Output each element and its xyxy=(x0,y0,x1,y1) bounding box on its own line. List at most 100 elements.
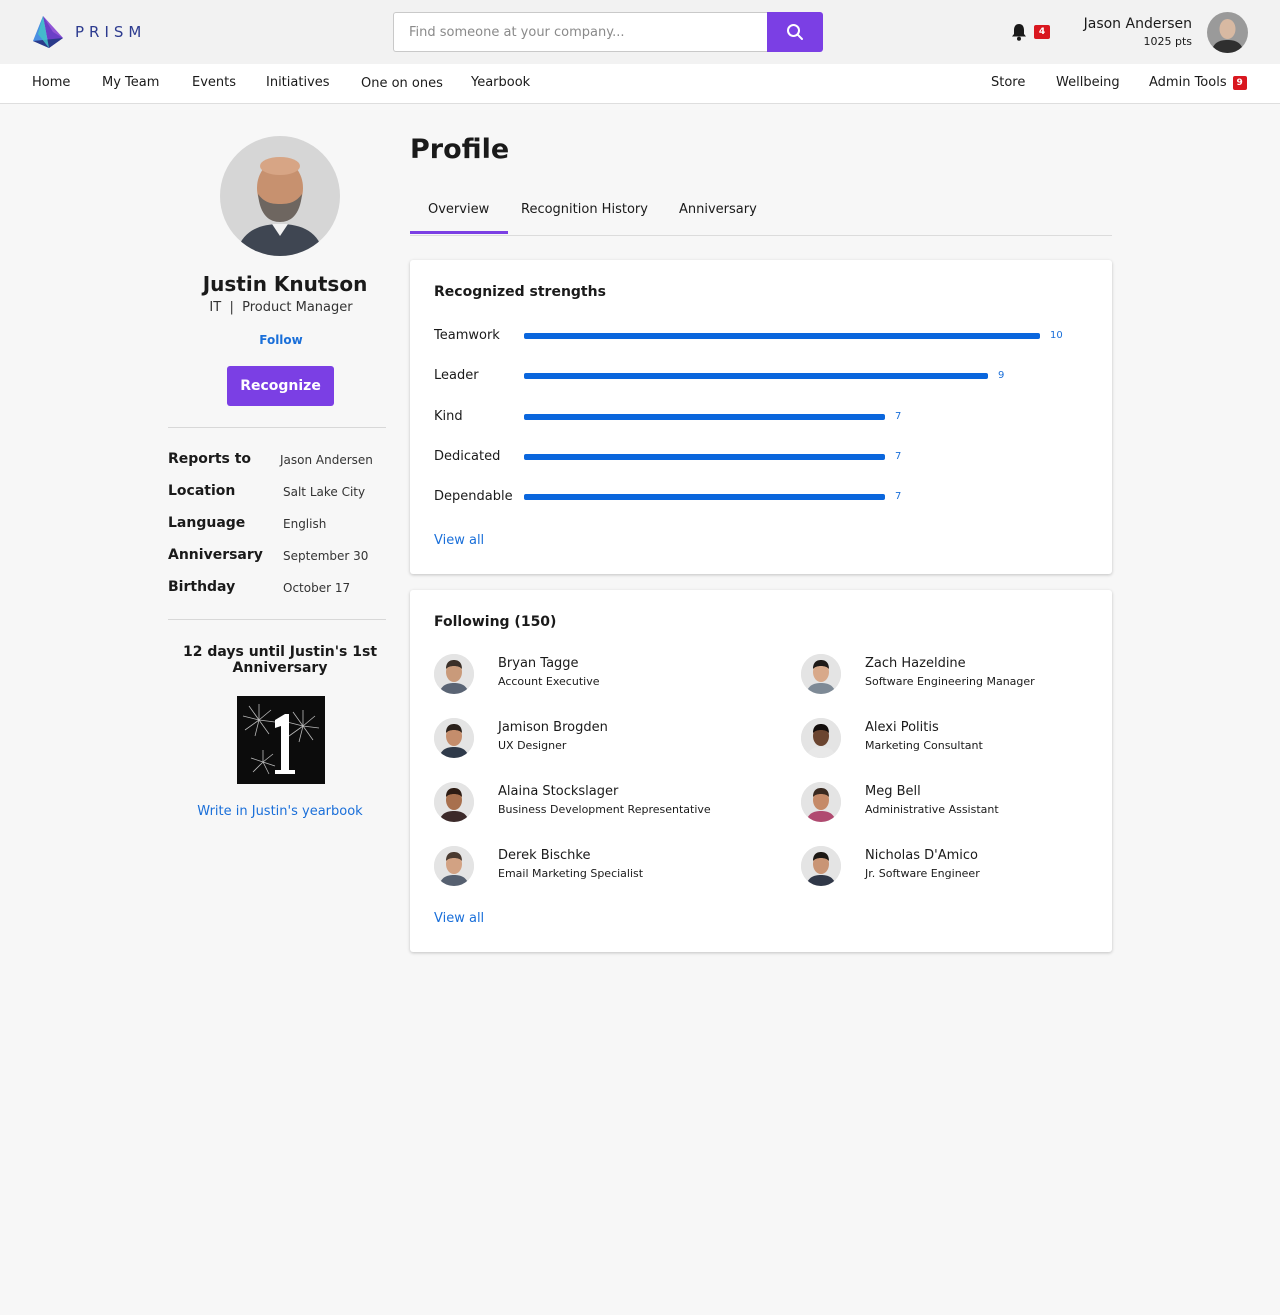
strengths-title: Recognized strengths xyxy=(434,284,606,300)
follow-link[interactable]: Follow xyxy=(168,333,394,347)
search-icon xyxy=(787,24,803,40)
strength-bar xyxy=(524,413,885,420)
nav-admin-tools-label: Admin Tools xyxy=(1149,75,1227,90)
person-avatar[interactable] xyxy=(434,846,474,886)
profile-photo xyxy=(220,136,340,256)
active-tab-indicator xyxy=(410,231,508,234)
tab-recognition-history[interactable]: Recognition History xyxy=(521,202,648,217)
person-avatar[interactable] xyxy=(434,718,474,758)
person-title: Business Development Representative xyxy=(498,803,711,816)
brand-logo[interactable]: PRISM xyxy=(31,14,146,50)
strength-label: Kind xyxy=(434,408,463,424)
person-name[interactable]: Bryan Tagge xyxy=(498,656,579,671)
role-separator: | xyxy=(229,300,234,315)
strength-label: Dedicated xyxy=(434,448,501,464)
person-avatar[interactable] xyxy=(801,718,841,758)
anniversary-countdown: 12 days until Justin's 1st Anniversary xyxy=(182,644,378,676)
person-name[interactable]: Meg Bell xyxy=(865,784,921,799)
detail-value-language: English xyxy=(283,517,327,531)
current-user-points: 1025 pts xyxy=(1143,35,1192,48)
nav-home[interactable]: Home xyxy=(32,75,70,90)
following-person[interactable]: Nicholas D'Amico Jr. Software Engineer xyxy=(801,846,1141,888)
person-avatar[interactable] xyxy=(801,782,841,822)
strength-label: Teamwork xyxy=(434,328,500,343)
person-name[interactable]: Jamison Brogden xyxy=(498,720,608,735)
bell-icon[interactable] xyxy=(1009,22,1029,42)
following-person[interactable]: Bryan Tagge Account Executive xyxy=(434,654,774,696)
strength-bar xyxy=(524,494,885,501)
recognize-button[interactable]: Recognize xyxy=(227,366,334,406)
following-title: Following (150) xyxy=(434,614,557,630)
person-title: UX Designer xyxy=(498,739,567,752)
search-button[interactable] xyxy=(767,12,823,52)
strength-label: Leader xyxy=(434,368,479,384)
strength-bar xyxy=(524,333,1040,339)
detail-value-location: Salt Lake City xyxy=(283,485,366,499)
strengths-view-all-link[interactable]: View all xyxy=(434,533,484,548)
person-title: Jr. Software Engineer xyxy=(865,867,980,880)
person-avatar[interactable] xyxy=(434,782,474,822)
strength-count: 9 xyxy=(998,370,1005,382)
following-view-all-link[interactable]: View all xyxy=(434,911,484,926)
strength-count: 7 xyxy=(895,410,902,422)
following-card: Following (150) Bryan Tagge Account Execu… xyxy=(410,590,1112,952)
nav-events[interactable]: Events xyxy=(192,75,236,90)
detail-label-birthday: Birthday xyxy=(168,579,236,595)
person-avatar[interactable] xyxy=(434,654,474,694)
strength-label: Dependable xyxy=(434,489,513,505)
details-divider xyxy=(168,619,386,620)
following-person[interactable]: Meg Bell Administrative Assistant xyxy=(801,782,1141,824)
nav-my-team[interactable]: My Team xyxy=(102,75,159,90)
strength-count: 7 xyxy=(895,450,902,462)
search-input[interactable] xyxy=(393,12,767,52)
profile-tabs: Overview Recognition History Anniversary xyxy=(410,190,1112,236)
person-avatar[interactable] xyxy=(801,654,841,694)
detail-label-language: Language xyxy=(168,515,246,531)
detail-label-reports-to: Reports to xyxy=(168,451,252,467)
person-name[interactable]: Alexi Politis xyxy=(865,720,939,735)
following-person[interactable]: Jamison Brogden UX Designer xyxy=(434,718,774,760)
profile-name: Justin Knutson xyxy=(202,272,368,296)
current-user-name[interactable]: Jason Andersen xyxy=(1084,16,1192,32)
following-person[interactable]: Zach Hazeldine Software Engineering Manag… xyxy=(801,654,1141,696)
person-avatar[interactable] xyxy=(801,846,841,886)
person-name[interactable]: Nicholas D'Amico xyxy=(865,848,978,863)
write-yearbook-link[interactable]: Write in Justin's yearbook xyxy=(168,803,392,821)
prism-logo-icon xyxy=(33,16,63,48)
following-person[interactable]: Alexi Politis Marketing Consultant xyxy=(801,718,1141,760)
nav-one-on-ones[interactable]: One on ones xyxy=(361,76,443,91)
detail-label-anniversary: Anniversary xyxy=(168,547,263,563)
strength-bar xyxy=(524,453,885,460)
person-name[interactable]: Zach Hazeldine xyxy=(865,656,966,671)
strength-count: 10 xyxy=(1050,330,1063,341)
notification-badge: 4 xyxy=(1034,25,1050,39)
person-title: Account Executive xyxy=(498,675,600,688)
main-nav: Home My Team Events Initiatives One on o… xyxy=(0,64,1280,104)
detail-value-birthday: October 17 xyxy=(283,581,351,595)
current-user-avatar[interactable] xyxy=(1207,12,1248,53)
tab-overview[interactable]: Overview xyxy=(428,202,489,217)
nav-store[interactable]: Store xyxy=(991,75,1025,90)
detail-label-location: Location xyxy=(168,483,236,499)
person-title: Administrative Assistant xyxy=(865,803,999,816)
top-bar: PRISM 4 Jason Andersen 1025 pts xyxy=(0,0,1280,64)
nav-yearbook[interactable]: Yearbook xyxy=(471,75,530,90)
nav-wellbeing[interactable]: Wellbeing xyxy=(1056,75,1120,90)
profile-role: IT | Product Manager xyxy=(168,300,394,315)
detail-value-reports-to[interactable]: Jason Andersen xyxy=(280,453,373,467)
nav-initiatives[interactable]: Initiatives xyxy=(266,75,330,90)
brand-name: PRISM xyxy=(75,23,147,41)
strengths-card: Recognized strengths Teamwork 10 Leader 9 Ki… xyxy=(410,260,1112,574)
person-title: Software Engineering Manager xyxy=(865,675,1035,688)
strength-bar xyxy=(524,373,988,380)
anniversary-fireworks-image xyxy=(237,696,325,784)
search-bar xyxy=(393,12,823,52)
nav-admin-tools[interactable]: Admin Tools 9 xyxy=(1149,75,1247,90)
page-title: Profile xyxy=(410,134,510,165)
profile-title: Product Manager xyxy=(242,300,353,315)
following-person[interactable]: Derek Bischke Email Marketing Specialist xyxy=(434,846,774,888)
following-person[interactable]: Alaina Stockslager Business Development R… xyxy=(434,782,774,824)
person-name[interactable]: Derek Bischke xyxy=(498,848,590,863)
person-name[interactable]: Alaina Stockslager xyxy=(498,784,618,799)
tab-anniversary[interactable]: Anniversary xyxy=(679,202,757,217)
